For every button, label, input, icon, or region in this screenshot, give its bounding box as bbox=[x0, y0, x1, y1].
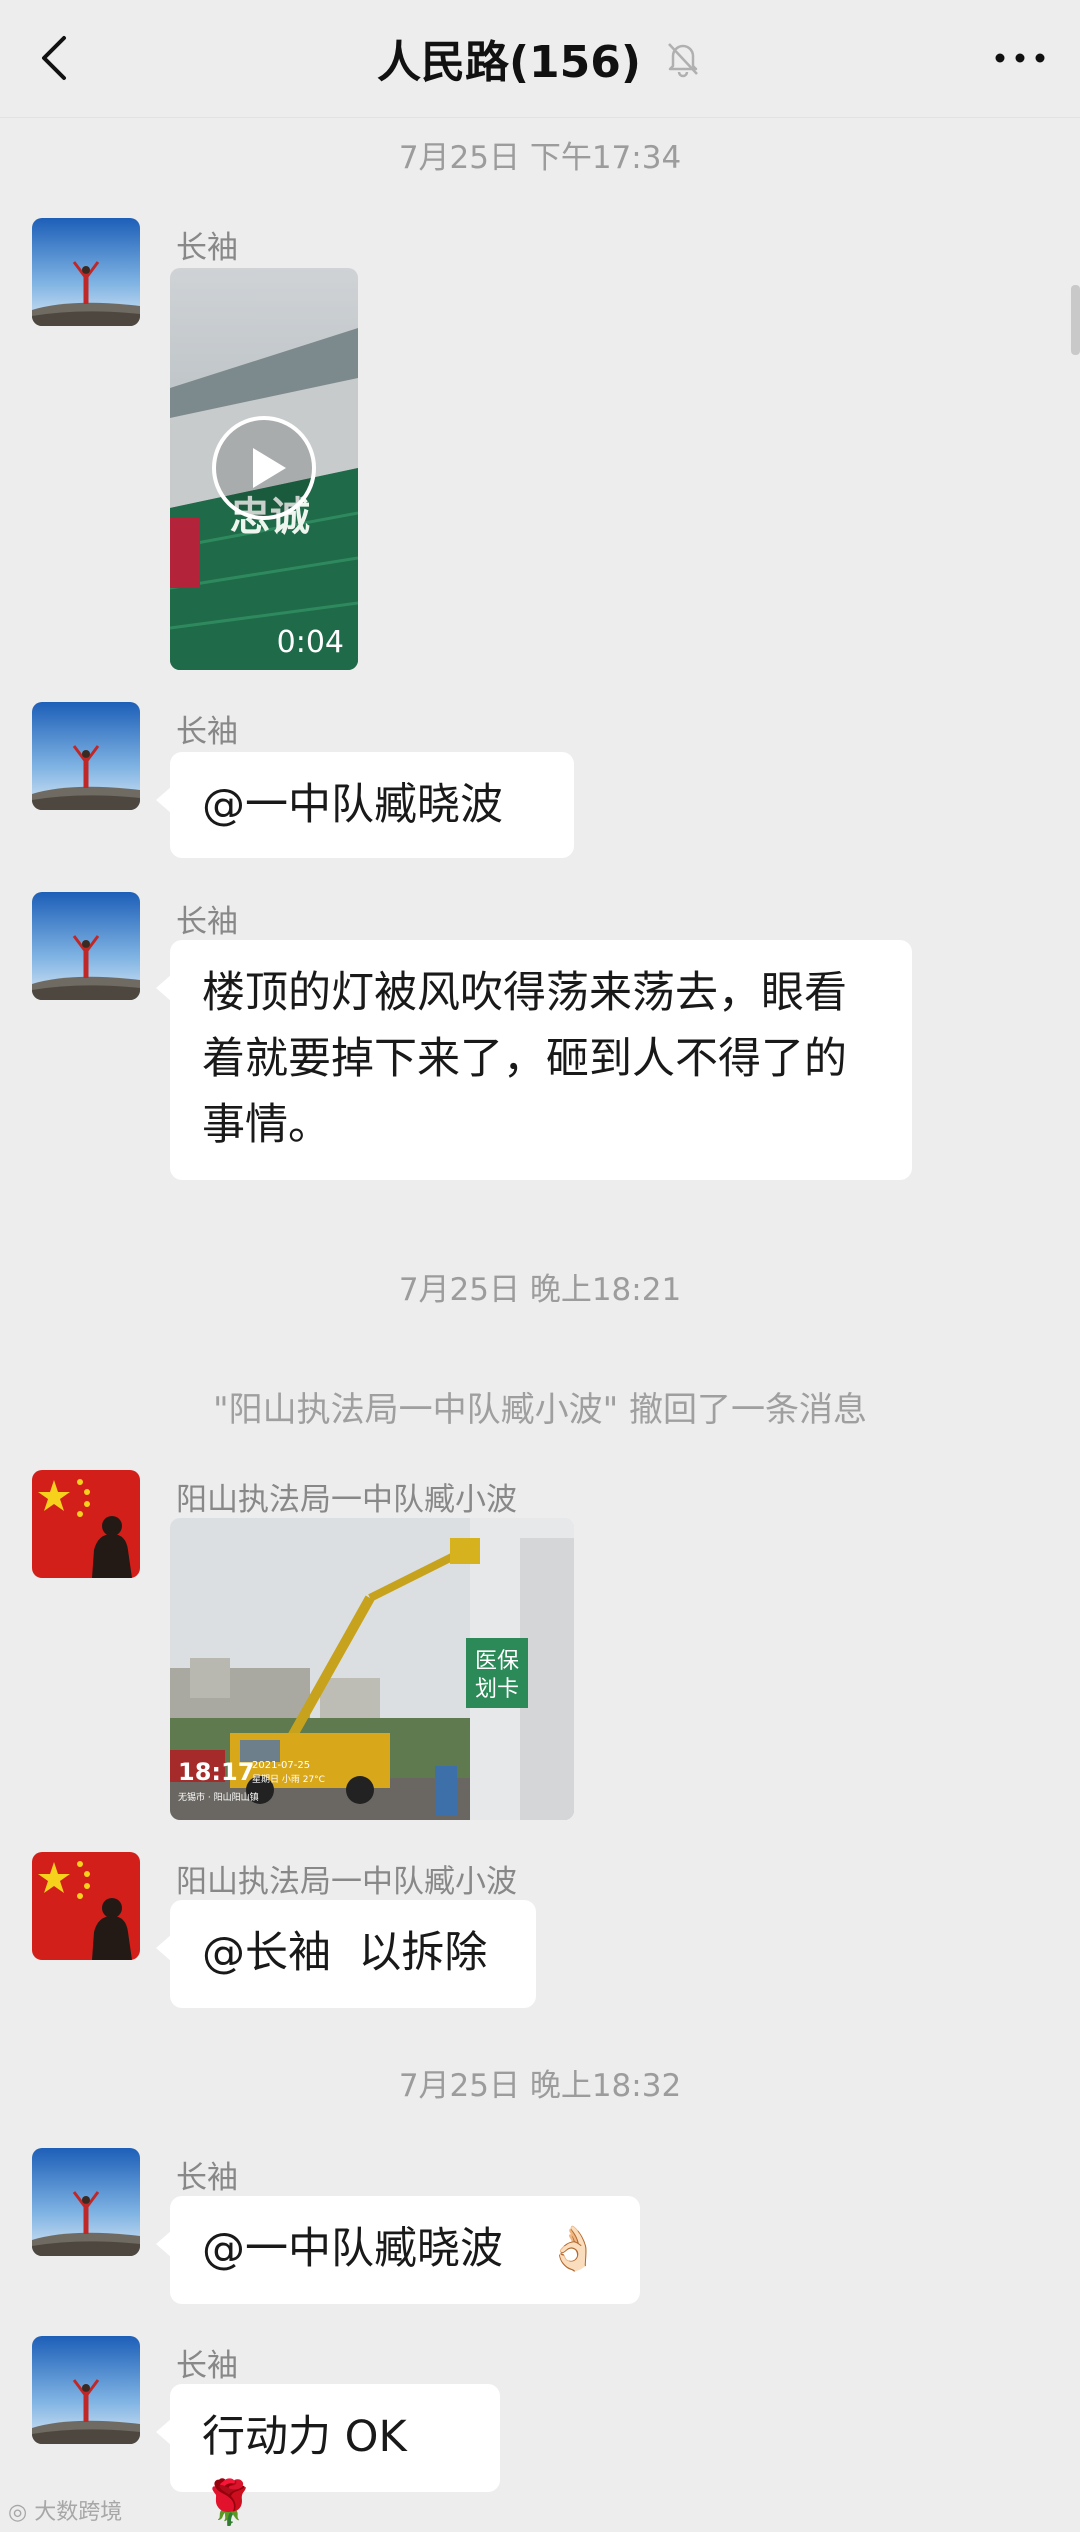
sign-text: 划卡 bbox=[475, 1677, 519, 1702]
chat-title: 人民路(156) bbox=[376, 37, 642, 88]
scrollbar[interactable] bbox=[1071, 285, 1080, 355]
chat-header: 人民路(156) bbox=[0, 0, 1080, 118]
sender-name: 长袖 bbox=[176, 230, 238, 266]
chat-title-wrap: 人民路(156) bbox=[0, 26, 1080, 90]
ok-hand-emoji: 👌🏻 bbox=[546, 2224, 601, 2274]
photo-time: 18:17 bbox=[178, 1758, 254, 1786]
avatar[interactable] bbox=[32, 1852, 140, 1960]
watermark: ◎ 大数跨境 bbox=[8, 2494, 122, 2526]
recall-notice: "阳山执法局一中队臧小波" 撤回了一条消息 bbox=[212, 1390, 868, 1430]
message-text: 行动力 OK bbox=[202, 2412, 407, 2462]
message-bubble[interactable]: 楼顶的灯被风吹得荡来荡去，眼看 着就要掉下来了，砸到人不得了的 事情。 bbox=[156, 940, 912, 1180]
sender-name: 阳山执法局一中队臧小波 bbox=[176, 1482, 517, 1518]
message-text-line: 楼顶的灯被风吹得荡来荡去，眼看 bbox=[202, 968, 847, 1018]
photo-date: 2021-07-25 bbox=[252, 1760, 310, 1771]
message-bubble[interactable]: @一中队臧晓波 bbox=[156, 752, 574, 858]
message-text: @长袖 以拆除 bbox=[202, 1928, 488, 1978]
avatar[interactable] bbox=[32, 892, 140, 1000]
sender-name: 阳山执法局一中队臧小波 bbox=[176, 1864, 517, 1900]
message-bubble[interactable]: 行动力 OK 🌹 bbox=[156, 2384, 500, 2528]
message-bubble[interactable]: @长袖 以拆除 bbox=[156, 1900, 536, 2008]
play-icon[interactable] bbox=[210, 414, 318, 522]
photo-weather: 星期日 小雨 27°C bbox=[252, 1774, 325, 1785]
message-text-line: 事情。 bbox=[202, 1100, 331, 1150]
avatar[interactable] bbox=[32, 2336, 140, 2444]
avatar[interactable] bbox=[32, 2148, 140, 2256]
avatar[interactable] bbox=[32, 702, 140, 810]
sign-text: 医保 bbox=[475, 1649, 519, 1674]
photo-location: 无锡市 · 阳山阳山镇 bbox=[178, 1791, 259, 1803]
message-bubble[interactable]: @一中队臧晓波 👌🏻 bbox=[156, 2196, 640, 2304]
avatar[interactable] bbox=[32, 218, 140, 326]
sender-name: 长袖 bbox=[176, 904, 238, 940]
watermark-text: 大数跨境 bbox=[34, 2500, 123, 2525]
photo-thumbnail[interactable]: 医保 划卡 18:17 2021-07-25 星期日 小雨 27°C 无锡市 ·… bbox=[170, 1518, 574, 1820]
rose-emoji: 🌹 bbox=[202, 2478, 256, 2528]
avatar[interactable] bbox=[32, 1470, 140, 1578]
bell-off-icon bbox=[668, 43, 698, 78]
message-text: @一中队臧晓波 bbox=[202, 2224, 503, 2274]
more-dots-icon[interactable] bbox=[990, 30, 1050, 86]
video-thumbnail[interactable]: 忠诚 0:04 bbox=[170, 268, 358, 670]
message-text-line: 着就要掉下来了，砸到人不得了的 bbox=[202, 1034, 847, 1084]
sender-name: 长袖 bbox=[176, 2348, 238, 2384]
timestamp: 7月25日 晚上18:32 bbox=[398, 2068, 682, 2104]
timestamp: 7月25日 下午17:34 bbox=[398, 140, 682, 176]
sender-name: 长袖 bbox=[176, 2160, 238, 2196]
sender-name: 长袖 bbox=[176, 714, 238, 750]
message-text: @一中队臧晓波 bbox=[202, 780, 503, 830]
timestamp: 7月25日 晚上18:21 bbox=[398, 1272, 682, 1308]
watermark-logo-icon: ◎ bbox=[8, 2500, 28, 2525]
video-duration: 0:04 bbox=[276, 625, 344, 660]
